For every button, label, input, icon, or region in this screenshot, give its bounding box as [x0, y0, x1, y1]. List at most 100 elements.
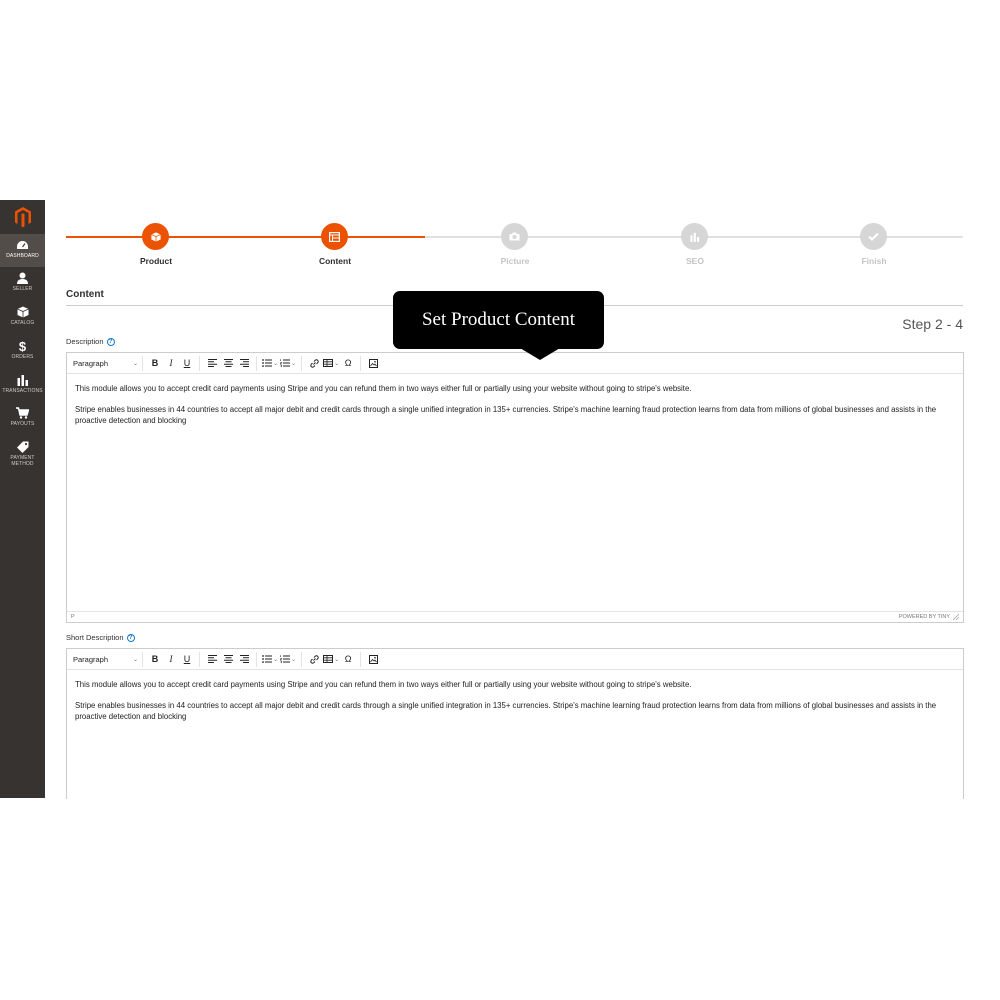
tooltip-text: Set Product Content: [421, 309, 576, 330]
numbered-list-icon: [280, 359, 291, 367]
chevron-down-icon: ⌄: [291, 656, 297, 663]
step-picture[interactable]: [501, 223, 528, 250]
short-description-label-text: Short Description: [66, 633, 124, 642]
link-button[interactable]: [307, 652, 321, 666]
help-icon[interactable]: ?: [126, 633, 135, 642]
underline-button[interactable]: U: [180, 356, 194, 370]
resize-handle-icon[interactable]: [953, 614, 959, 620]
sidebar-item-label: ORDERS: [11, 354, 34, 360]
step-content[interactable]: [321, 223, 348, 250]
sidebar-item-label: TRANSACTIONS: [2, 388, 43, 394]
description-content[interactable]: This module allows you to accept credit …: [67, 374, 963, 445]
image-icon: [368, 358, 378, 368]
chevron-down-icon: ⌄: [132, 656, 138, 663]
sidebar-item-label: PAYOUTS: [10, 421, 35, 427]
stepper-track-complete: [66, 236, 425, 238]
italic-button[interactable]: I: [164, 356, 178, 370]
tag-icon: [16, 441, 28, 453]
align-right-button[interactable]: [237, 652, 251, 666]
special-char-button[interactable]: Ω: [341, 356, 355, 370]
sidebar-item-label: SELLER: [12, 286, 33, 292]
align-right-icon: [239, 655, 249, 663]
description-paragraph: This module allows you to accept credit …: [75, 384, 692, 393]
chevron-down-icon: ⌄: [334, 656, 340, 663]
seller-icon: [17, 272, 28, 284]
numbered-list-button[interactable]: ⌄: [280, 652, 296, 666]
cart-icon: [16, 407, 29, 419]
align-center-button[interactable]: [221, 652, 235, 666]
editor-toolbar: Paragraph ⌄ B I U ⌄ ⌄ ⌄ Ω: [67, 353, 963, 374]
sidebar-item-payouts[interactable]: PAYOUTS: [0, 407, 45, 437]
sidebar-item-catalog[interactable]: CATALOG: [0, 306, 45, 336]
format-select[interactable]: Paragraph ⌄: [73, 355, 143, 371]
table-button[interactable]: ⌄: [323, 652, 339, 666]
align-right-button[interactable]: [237, 356, 251, 370]
align-left-icon: [207, 655, 217, 663]
sidebar-item-seller[interactable]: SELLER: [0, 272, 45, 302]
description-editor: Paragraph ⌄ B I U ⌄ ⌄ ⌄ Ω This module al…: [66, 352, 964, 623]
italic-button[interactable]: I: [164, 652, 178, 666]
description-paragraph: Stripe enables businesses in 44 countrie…: [75, 404, 937, 426]
insert-image-button[interactable]: [366, 652, 380, 666]
chevron-down-icon: ⌄: [273, 360, 279, 367]
chevron-down-icon: ⌄: [132, 360, 138, 367]
bullet-list-button[interactable]: ⌄: [262, 652, 278, 666]
statusbar-right: POWERED BY TINY: [899, 614, 959, 620]
list-group: ⌄ ⌄: [257, 355, 303, 371]
step-seo[interactable]: [681, 223, 708, 250]
editor-statusbar: P POWERED BY TINY: [67, 611, 963, 622]
step-finish[interactable]: [860, 223, 887, 250]
text-style-group: B I U: [143, 355, 200, 371]
step-product[interactable]: [142, 223, 169, 250]
format-select[interactable]: Paragraph ⌄: [73, 651, 143, 667]
media-group: [361, 356, 385, 371]
chevron-down-icon: ⌄: [273, 656, 279, 663]
short-description-paragraph: Stripe enables businesses in 44 countrie…: [75, 700, 937, 722]
bold-button[interactable]: B: [148, 652, 162, 666]
align-center-icon: [223, 655, 233, 663]
description-label-text: Description: [66, 337, 104, 346]
chevron-down-icon: ⌄: [334, 360, 340, 367]
tooltip-callout: Set Product Content: [393, 291, 604, 349]
insert-group: ⌄ Ω: [302, 355, 362, 371]
insert-image-button[interactable]: [366, 356, 380, 370]
powered-by-link[interactable]: POWERED BY TINY: [899, 614, 950, 620]
align-group: [200, 355, 257, 371]
short-description-label: Short Description ?: [66, 633, 135, 642]
magento-logo-icon[interactable]: [0, 200, 45, 233]
align-left-button[interactable]: [205, 652, 219, 666]
text-style-group: B I U: [143, 651, 200, 667]
align-left-icon: [207, 359, 217, 367]
sidebar-item-payment-method[interactable]: PAYMENT METHOD: [0, 441, 45, 475]
check-icon: [868, 232, 879, 241]
link-button[interactable]: [307, 356, 321, 370]
underline-button[interactable]: U: [180, 652, 194, 666]
section-title: Content: [66, 289, 104, 300]
special-char-button[interactable]: Ω: [341, 652, 355, 666]
sidebar-item-transactions[interactable]: TRANSACTIONS: [0, 374, 45, 404]
insert-group: ⌄ Ω: [302, 651, 362, 667]
bar-chart-icon: [17, 375, 28, 386]
bullet-list-button[interactable]: ⌄: [262, 356, 278, 370]
bold-button[interactable]: B: [148, 356, 162, 370]
chevron-down-icon: ⌄: [291, 360, 297, 367]
help-icon[interactable]: ?: [106, 337, 115, 346]
media-group: [361, 652, 385, 667]
sidebar-item-dashboard[interactable]: DASHBOARD: [0, 234, 45, 267]
short-description-editor: Paragraph ⌄ B I U ⌄ ⌄ ⌄ Ω This module al…: [66, 648, 964, 799]
short-description-content[interactable]: This module allows you to accept credit …: [67, 670, 963, 741]
format-select-value: Paragraph: [73, 358, 109, 368]
format-select-value: Paragraph: [73, 654, 109, 664]
table-button[interactable]: ⌄: [323, 356, 339, 370]
dashboard-icon: [17, 241, 28, 249]
sidebar-item-orders[interactable]: $ ORDERS: [0, 340, 45, 370]
align-center-button[interactable]: [221, 356, 235, 370]
description-label: Description ?: [66, 337, 115, 346]
numbered-list-button[interactable]: ⌄: [280, 356, 296, 370]
editor-toolbar: Paragraph ⌄ B I U ⌄ ⌄ ⌄ Ω: [67, 649, 963, 670]
step-label-seo: SEO: [686, 256, 704, 266]
align-left-button[interactable]: [205, 356, 219, 370]
bullet-list-icon: [262, 655, 272, 663]
list-group: ⌄ ⌄: [257, 651, 303, 667]
element-path[interactable]: P: [71, 614, 75, 620]
